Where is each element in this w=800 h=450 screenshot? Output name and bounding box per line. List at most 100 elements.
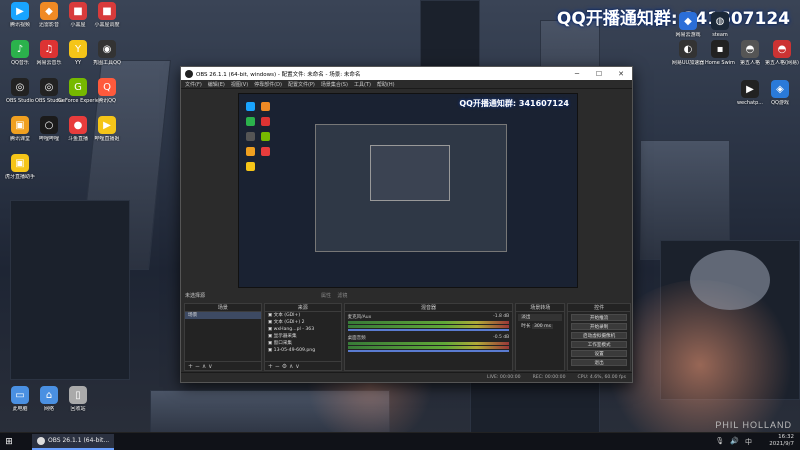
- obs-window[interactable]: OBS 26.1.1 (64-bit, windows) - 配置文件: 未命名…: [180, 66, 633, 383]
- volume-icon[interactable]: 🔊: [730, 437, 739, 447]
- menu-item[interactable]: 场景集合(S): [321, 81, 348, 88]
- menu-item[interactable]: 帮助(H): [377, 81, 395, 88]
- desktop-app-icon: ◉: [98, 40, 116, 58]
- clock[interactable]: 16:32 2021/9/7: [769, 434, 794, 448]
- desktop-app-icon: ▣: [11, 154, 29, 172]
- desktop-icon-label: 第五人格(网易): [765, 60, 799, 66]
- desktop-app-icon: ◎: [40, 78, 58, 96]
- source-name: 文本 (GDI+): [273, 313, 301, 318]
- source-name: 13-05-49-609.png: [273, 348, 316, 353]
- microphone-icon[interactable]: 🎙: [715, 437, 724, 447]
- desktop-app-icon: ◆: [679, 12, 697, 30]
- desktop-app-icon: ▣: [11, 116, 29, 134]
- obs-window-title: OBS 26.1.1 (64-bit, windows) - 配置文件: 未命名…: [196, 71, 361, 78]
- source-item[interactable]: ▣ 窗口采集: [265, 340, 341, 347]
- desktop-icon-label: QQ游戏: [771, 100, 789, 106]
- maximize-icon[interactable]: ☐: [588, 70, 610, 78]
- control-button[interactable]: 退出: [571, 359, 628, 366]
- desktop-icon[interactable]: ◆ 网易云游戏: [668, 12, 708, 38]
- desktop-app-icon: ◐: [679, 40, 697, 58]
- desktop-icon[interactable]: ▯ 回收站: [58, 386, 98, 412]
- scenes-dock-title: 场景: [185, 304, 261, 312]
- obs-status-bar: LIVE: 00:00:00 REC: 00:00:00 CPU: 4.6%, …: [181, 372, 632, 382]
- scenes-dock: 场景 场景 + − ∧ ∨: [184, 303, 262, 371]
- duration-value[interactable]: 300 ms: [531, 324, 554, 329]
- source-item[interactable]: ▣ 文本 (GDI+) 2: [265, 319, 341, 326]
- obs-preview-canvas[interactable]: QQ开播通知群: 341607124: [238, 93, 578, 288]
- source-item[interactable]: ▣ 文本 (GDI+): [265, 312, 341, 319]
- menu-item[interactable]: 视图(V): [231, 81, 248, 88]
- system-tray: 🎙 🔊 中: [715, 437, 752, 447]
- desktop-icon[interactable]: Q 腾讯QQ: [87, 78, 127, 104]
- source-item[interactable]: ▣ wxHang...pl - 363: [265, 326, 341, 333]
- control-button[interactable]: 开始推流: [571, 314, 628, 321]
- source-name: 窗口采集: [273, 341, 293, 346]
- windows-icon[interactable]: ⊞: [0, 433, 18, 450]
- preview-desktop-icons: [243, 100, 273, 175]
- menu-item[interactable]: 编辑(E): [208, 81, 225, 88]
- ime-icon[interactable]: 中: [745, 437, 752, 447]
- preview-nested-obs-window: [315, 124, 507, 252]
- desktop-icon-label: 腾讯QQ: [98, 98, 116, 104]
- desktop-app-icon: ▶: [98, 116, 116, 134]
- minimize-icon[interactable]: ─: [566, 70, 588, 78]
- sources-dock: 来源 ▣ 文本 (GDI+) ▣ 文本 (GDI+) 2 ▣ wxHang...pl…: [263, 303, 342, 371]
- transitions-dock-title: 场景转场: [516, 304, 565, 312]
- scenes-dock-toolbar[interactable]: + − ∧ ∨: [185, 361, 261, 370]
- source-name: 显示器采集: [273, 334, 297, 339]
- control-button[interactable]: 开始录制: [571, 323, 628, 330]
- desktop-icon[interactable]: ◉ 秀图工具QQ: [87, 40, 127, 66]
- volume-slider[interactable]: [347, 329, 510, 331]
- channel-db: -1.8 dB: [493, 314, 510, 319]
- controls-dock: 控件 开始推流 开始录制 启动虚拟摄像机 工作室模式 设置 退出: [567, 303, 632, 371]
- desktop-app-icon: ▭: [11, 386, 29, 404]
- clock-time: 16:32: [778, 434, 794, 440]
- taskbar-obs-label: OBS 26.1.1 (64-bit...: [48, 437, 110, 444]
- control-button[interactable]: 工作室模式: [571, 341, 628, 348]
- menu-item[interactable]: 配置文件(P): [288, 81, 315, 88]
- desktop-app-icon: ◓: [741, 40, 759, 58]
- desktop-icon[interactable]: ▶ 哔哩直播姬: [87, 116, 127, 142]
- mixer-dock: 混音器 麦克风/Aux -1.8 dB 桌面音频 -0.5 dB: [343, 303, 514, 371]
- sources-dock-toolbar[interactable]: + − ⚙ ∧ ∨: [264, 361, 341, 370]
- desktop-icon[interactable]: ■ 小黑屋调度: [87, 2, 127, 28]
- obs-title-bar[interactable]: OBS 26.1.1 (64-bit, windows) - 配置文件: 未命名…: [181, 67, 632, 80]
- properties-button[interactable]: 属性: [321, 293, 331, 299]
- scene-item[interactable]: 场景: [185, 312, 261, 319]
- desktop-app-icon: ▶: [741, 80, 759, 98]
- sources-dock-title: 来源: [264, 304, 341, 312]
- close-icon[interactable]: ✕: [610, 70, 632, 78]
- source-item[interactable]: ▣ 显示器采集: [265, 333, 341, 340]
- obs-menu-bar: 文件(F) 编辑(E) 视图(V) 停靠部件(D) 配置文件(P) 场景集合(S) 工具(T…: [181, 80, 632, 89]
- volume-slider[interactable]: [347, 350, 510, 352]
- desktop-app-icon: Q: [98, 78, 116, 96]
- desktop-app-icon: ○: [40, 116, 58, 134]
- control-button[interactable]: 设置: [571, 350, 628, 357]
- taskbar-obs-button[interactable]: OBS 26.1.1 (64-bit...: [32, 433, 115, 450]
- desktop-icon[interactable]: ◈ QQ游戏: [760, 80, 800, 106]
- menu-item[interactable]: 工具(T): [354, 81, 371, 88]
- source-item[interactable]: ▣ 13-05-49-609.png: [265, 347, 341, 354]
- transition-duration[interactable]: 时长 300 ms: [518, 323, 562, 330]
- desktop-icon[interactable]: ◓ 第五人格(网易): [762, 40, 800, 66]
- obs-logo-icon: [185, 69, 193, 78]
- mixer-dock-title: 混音器: [344, 304, 513, 312]
- filters-button[interactable]: 滤镜: [337, 293, 347, 299]
- desktop-app-icon: ▶: [11, 2, 29, 20]
- desktop-app-icon: ▪: [711, 40, 729, 58]
- transition-type-select[interactable]: 淡出: [518, 314, 563, 321]
- source-toolbar: 属性 滤镜: [321, 292, 347, 299]
- desktop-app-icon: ■: [69, 2, 87, 20]
- menu-item[interactable]: 停靠部件(D): [254, 81, 282, 88]
- desktop-icon-label: 小黑屋调度: [94, 22, 120, 28]
- desktop-icon-label: 网易云游戏: [675, 32, 701, 38]
- desktop-icon[interactable]: ▣ 虎牙直播助手: [0, 154, 40, 180]
- channel-db: -0.5 dB: [493, 335, 510, 340]
- desktop-app-icon: ◆: [40, 2, 58, 20]
- audio-meter: [347, 342, 510, 345]
- taskbar: ⊞ OBS 26.1.1 (64-bit... 🎙 🔊 中 16:32 2021…: [0, 432, 800, 450]
- menu-item[interactable]: 文件(F): [185, 81, 202, 88]
- transitions-dock: 场景转场 淡出 时长 300 ms: [515, 303, 566, 371]
- control-button[interactable]: 启动虚拟摄像机: [571, 332, 628, 339]
- desktop-app-icon: ♪: [11, 40, 29, 58]
